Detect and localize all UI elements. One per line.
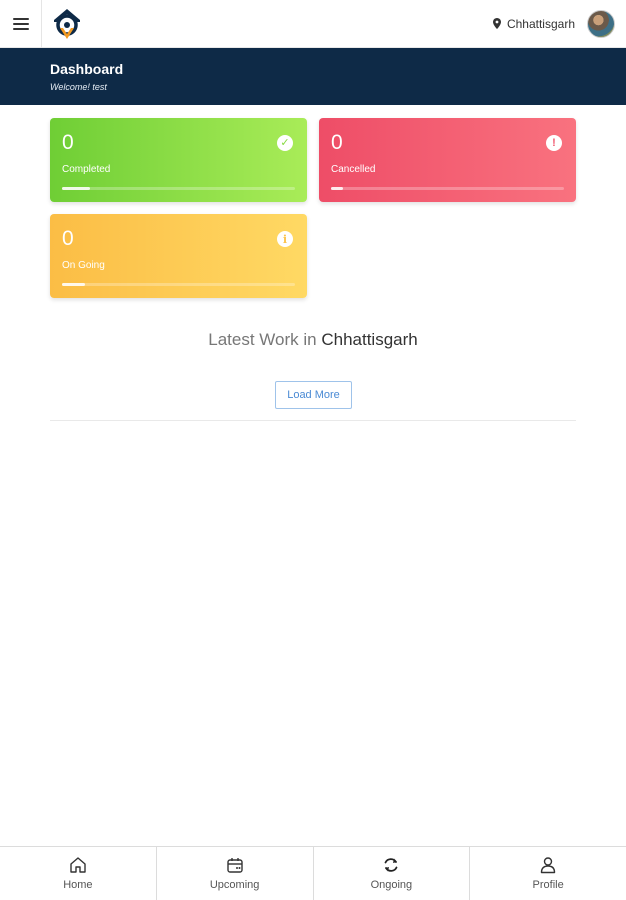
nav-home[interactable]: Home [0, 847, 157, 900]
check-icon: ✓ [277, 135, 293, 151]
ongoing-progress [62, 283, 295, 286]
cancelled-card[interactable]: 0 Cancelled ! [319, 118, 576, 202]
app-root: Chhattisgarh Dashboard Welcome! test 0 C… [0, 0, 626, 900]
cancelled-count: 0 [331, 131, 343, 154]
completed-count: 0 [62, 131, 74, 154]
calendar-icon [226, 858, 243, 873]
ongoing-label: On Going [62, 260, 105, 271]
logo-icon [54, 8, 80, 39]
user-icon [540, 857, 556, 874]
app-logo[interactable] [42, 0, 92, 48]
nav-upcoming-label: Upcoming [209, 879, 260, 891]
completed-label: Completed [62, 164, 111, 175]
cancelled-progress [331, 187, 564, 190]
latest-work-region: Chhattisgarh [321, 330, 418, 349]
nav-ongoing[interactable]: Ongoing [314, 847, 471, 900]
info-icon: i [277, 231, 293, 247]
refresh-icon [384, 858, 398, 872]
ongoing-count: 0 [62, 227, 74, 250]
top-bar: Chhattisgarh [0, 0, 626, 48]
map-pin-icon [492, 18, 501, 29]
welcome-text: Welcome! test [50, 82, 107, 92]
dashboard-header: Dashboard Welcome! test [0, 48, 626, 105]
ongoing-progress-fill [62, 283, 86, 286]
latest-work-prefix: Latest Work in [208, 330, 317, 349]
completed-progress [62, 187, 295, 190]
home-icon [70, 857, 86, 873]
completed-card[interactable]: 0 Completed ✓ [50, 118, 307, 202]
page-title: Dashboard [50, 61, 124, 77]
ongoing-card[interactable]: 0 On Going i [50, 214, 307, 298]
nav-home-label: Home [63, 879, 93, 891]
cancelled-label: Cancelled [331, 164, 376, 175]
nav-upcoming[interactable]: Upcoming [157, 847, 314, 900]
nav-ongoing-label: Ongoing [370, 879, 413, 891]
divider [50, 420, 576, 421]
exclamation-icon: ! [546, 135, 562, 151]
hamburger-icon [12, 15, 29, 33]
latest-work-heading: Latest Work in Chhattisgarh [0, 330, 626, 350]
nav-profile[interactable]: Profile [470, 847, 626, 900]
completed-progress-fill [62, 187, 90, 190]
location-label: Chhattisgarh [506, 16, 575, 31]
bottom-nav: Home Upcoming Ongoing Profile [0, 846, 626, 900]
location-selector[interactable]: Chhattisgarh [492, 16, 575, 31]
load-more-button[interactable]: Load More [275, 381, 352, 409]
cancelled-progress-fill [331, 187, 343, 190]
menu-button[interactable] [0, 0, 42, 48]
nav-profile-label: Profile [532, 879, 564, 891]
avatar[interactable] [587, 9, 615, 38]
